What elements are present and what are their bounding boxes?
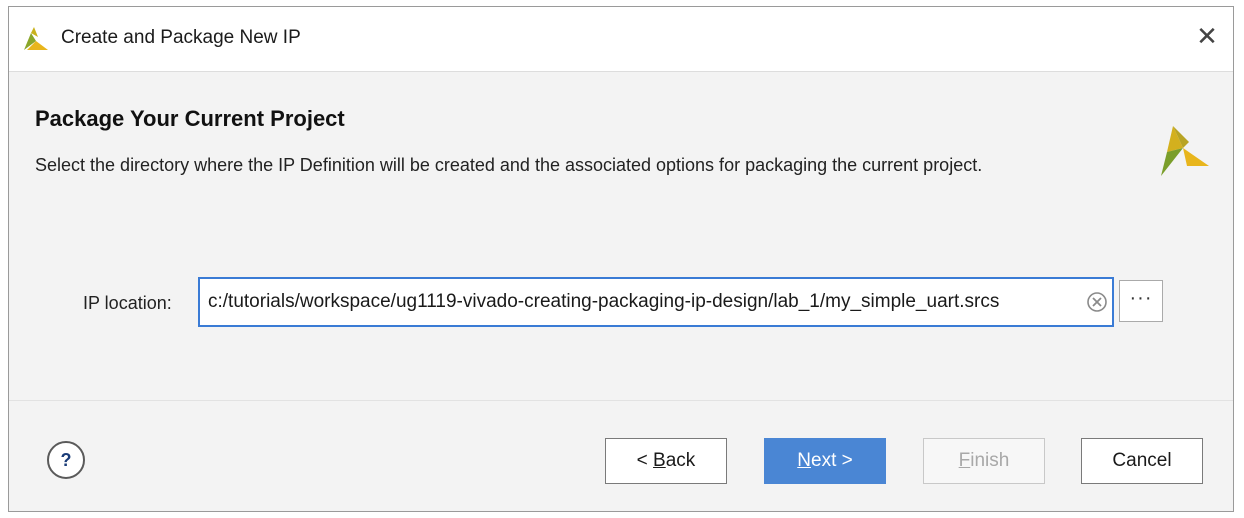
- close-button[interactable]: ✕: [1189, 19, 1225, 55]
- content-area: Package Your Current Project Select the …: [9, 72, 1233, 402]
- footer-divider: [9, 400, 1233, 401]
- vivado-logo-icon: [24, 27, 48, 50]
- page-description: Select the directory where the IP Defini…: [35, 155, 983, 175]
- next-button[interactable]: Next >: [764, 438, 886, 484]
- ip-location-value[interactable]: c:/tutorials/workspace/ug1119-vivado-cre…: [208, 279, 1088, 325]
- back-prefix: <: [636, 450, 654, 471]
- browse-button[interactable]: ···: [1119, 280, 1163, 322]
- back-rest: ack: [665, 450, 696, 471]
- window-title: Create and Package New IP: [61, 27, 301, 48]
- next-mnemonic: N: [797, 450, 811, 471]
- back-button[interactable]: < Back: [605, 438, 727, 484]
- clear-icon[interactable]: [1086, 291, 1108, 313]
- ip-location-input[interactable]: c:/tutorials/workspace/ug1119-vivado-cre…: [198, 277, 1114, 327]
- finish-mnemonic: F: [958, 450, 971, 471]
- next-rest: ext >: [811, 450, 853, 471]
- page-title: Package Your Current Project: [35, 106, 345, 131]
- back-mnemonic: B: [653, 450, 666, 471]
- help-button[interactable]: ?: [47, 441, 85, 479]
- finish-button[interactable]: Finish: [923, 438, 1045, 484]
- vivado-brand-icon: [1161, 126, 1209, 176]
- cancel-button[interactable]: Cancel: [1081, 438, 1203, 484]
- dialog-window: Create and Package New IP ✕ Package Your…: [8, 6, 1234, 512]
- title-bar: Create and Package New IP ✕: [9, 7, 1233, 72]
- finish-rest: inish: [970, 450, 1010, 471]
- ip-location-label: IP location:: [83, 293, 172, 313]
